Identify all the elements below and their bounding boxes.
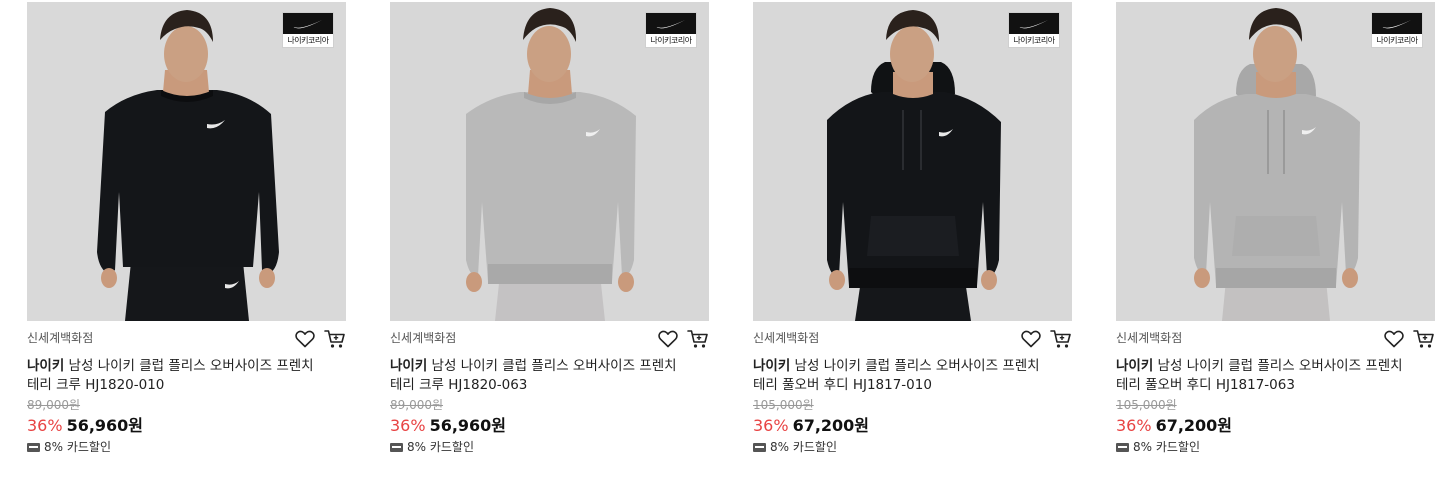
store-row: 신세계백화점 — [753, 321, 1072, 357]
card-discount-row: 8% 카드할인 — [753, 439, 1072, 456]
card-discount-text: 8% 카드할인 — [407, 440, 475, 454]
product-title[interactable]: 나이키 남성 나이키 클럽 플리스 오버사이즈 프렌치 테리 풀오버 후디 HJ… — [1116, 357, 1416, 395]
heart-icon[interactable] — [657, 328, 679, 350]
card-discount-row: 8% 카드할인 — [27, 439, 346, 456]
product-grid: 나이키코리아 신세계백화점 나이키 남성 나이키 클럽 플리스 오버사이즈 프렌… — [0, 0, 1440, 482]
product-name-line2: 테리 크루 HJ1820-063 — [390, 377, 528, 393]
model-photo — [1116, 2, 1435, 321]
card-actions — [657, 328, 709, 350]
cart-icon[interactable] — [1050, 328, 1072, 350]
card-discount-text: 8% 카드할인 — [770, 440, 838, 454]
discount-rate: 36% — [753, 416, 789, 435]
store-row: 신세계백화점 — [1116, 321, 1435, 357]
product-name-line2: 테리 풀오버 후디 HJ1817-010 — [753, 377, 932, 393]
product-name-line2: 테리 크루 HJ1820-010 — [27, 377, 165, 393]
brand-badge: 나이키코리아 — [1008, 12, 1060, 48]
price-row: 36% 56,960원 — [390, 415, 709, 437]
original-price: 105,000원 — [1116, 398, 1177, 412]
product-title[interactable]: 나이키 남성 나이키 클럽 플리스 오버사이즈 프렌치 테리 크루 HJ1820… — [390, 357, 690, 395]
original-price: 89,000원 — [27, 398, 81, 412]
cart-icon[interactable] — [1413, 328, 1435, 350]
swoosh-logo-icon — [283, 13, 333, 34]
original-price: 105,000원 — [753, 398, 814, 412]
product-image[interactable]: 나이키코리아 — [1116, 2, 1435, 321]
price-row: 36% 56,960원 — [27, 415, 346, 437]
product-name: 남성 나이키 클럽 플리스 오버사이즈 프렌치 — [1153, 358, 1403, 374]
card-actions — [294, 328, 346, 350]
brand-badge-label: 나이키코리아 — [287, 36, 329, 45]
card-actions — [1383, 328, 1435, 350]
swoosh-logo-icon — [1009, 13, 1059, 34]
product-card[interactable]: 나이키코리아 신세계백화점 나이키 남성 나이키 클럽 플리스 오버사이즈 프렌… — [1116, 2, 1435, 456]
store-row: 신세계백화점 — [27, 321, 346, 357]
heart-icon[interactable] — [1383, 328, 1405, 350]
swoosh-logo-icon — [1372, 13, 1422, 34]
product-name-line2: 테리 풀오버 후디 HJ1817-063 — [1116, 377, 1295, 393]
product-brand: 나이키 — [1116, 358, 1154, 374]
sale-price: 56,960원 — [429, 416, 507, 435]
sale-price: 56,960원 — [66, 416, 144, 435]
brand-badge-label: 나이키코리아 — [650, 36, 692, 45]
model-photo — [753, 2, 1072, 321]
store-row: 신세계백화점 — [390, 321, 709, 357]
cart-icon[interactable] — [324, 328, 346, 350]
product-card[interactable]: 나이키코리아 신세계백화점 나이키 남성 나이키 클럽 플리스 오버사이즈 프렌… — [753, 2, 1072, 456]
product-brand: 나이키 — [390, 358, 428, 374]
card-actions — [1020, 328, 1072, 350]
model-photo — [27, 2, 346, 321]
price-row: 36% 67,200원 — [1116, 415, 1435, 437]
card-discount-row: 8% 카드할인 — [1116, 439, 1435, 456]
product-brand: 나이키 — [753, 358, 791, 374]
card-discount-row: 8% 카드할인 — [390, 439, 709, 456]
product-name: 남성 나이키 클럽 플리스 오버사이즈 프렌치 — [64, 358, 314, 374]
brand-badge: 나이키코리아 — [1371, 12, 1423, 48]
credit-card-icon — [753, 443, 766, 452]
heart-icon[interactable] — [294, 328, 316, 350]
card-discount-text: 8% 카드할인 — [1133, 440, 1201, 454]
brand-badge: 나이키코리아 — [645, 12, 697, 48]
cart-icon[interactable] — [687, 328, 709, 350]
brand-badge-label: 나이키코리아 — [1013, 36, 1055, 45]
product-image[interactable]: 나이키코리아 — [753, 2, 1072, 321]
product-card[interactable]: 나이키코리아 신세계백화점 나이키 남성 나이키 클럽 플리스 오버사이즈 프렌… — [390, 2, 709, 456]
brand-badge-label: 나이키코리아 — [1376, 36, 1418, 45]
brand-badge: 나이키코리아 — [282, 12, 334, 48]
discount-rate: 36% — [1116, 416, 1152, 435]
sale-price: 67,200원 — [1155, 416, 1233, 435]
product-title[interactable]: 나이키 남성 나이키 클럽 플리스 오버사이즈 프렌치 테리 풀오버 후디 HJ… — [753, 357, 1053, 395]
credit-card-icon — [1116, 443, 1129, 452]
product-card[interactable]: 나이키코리아 신세계백화점 나이키 남성 나이키 클럽 플리스 오버사이즈 프렌… — [27, 2, 346, 456]
model-photo — [390, 2, 709, 321]
card-discount-text: 8% 카드할인 — [44, 440, 112, 454]
heart-icon[interactable] — [1020, 328, 1042, 350]
store-name: 신세계백화점 — [753, 331, 820, 345]
product-brand: 나이키 — [27, 358, 65, 374]
swoosh-logo-icon — [646, 13, 696, 34]
store-name: 신세계백화점 — [27, 331, 94, 345]
sale-price: 67,200원 — [792, 416, 870, 435]
product-name: 남성 나이키 클럽 플리스 오버사이즈 프렌치 — [790, 358, 1040, 374]
product-title[interactable]: 나이키 남성 나이키 클럽 플리스 오버사이즈 프렌치 테리 크루 HJ1820… — [27, 357, 327, 395]
product-image[interactable]: 나이키코리아 — [27, 2, 346, 321]
discount-rate: 36% — [390, 416, 426, 435]
store-name: 신세계백화점 — [1116, 331, 1183, 345]
original-price: 89,000원 — [390, 398, 444, 412]
price-row: 36% 67,200원 — [753, 415, 1072, 437]
product-name: 남성 나이키 클럽 플리스 오버사이즈 프렌치 — [427, 358, 677, 374]
credit-card-icon — [27, 443, 40, 452]
product-image[interactable]: 나이키코리아 — [390, 2, 709, 321]
credit-card-icon — [390, 443, 403, 452]
discount-rate: 36% — [27, 416, 63, 435]
store-name: 신세계백화점 — [390, 331, 457, 345]
